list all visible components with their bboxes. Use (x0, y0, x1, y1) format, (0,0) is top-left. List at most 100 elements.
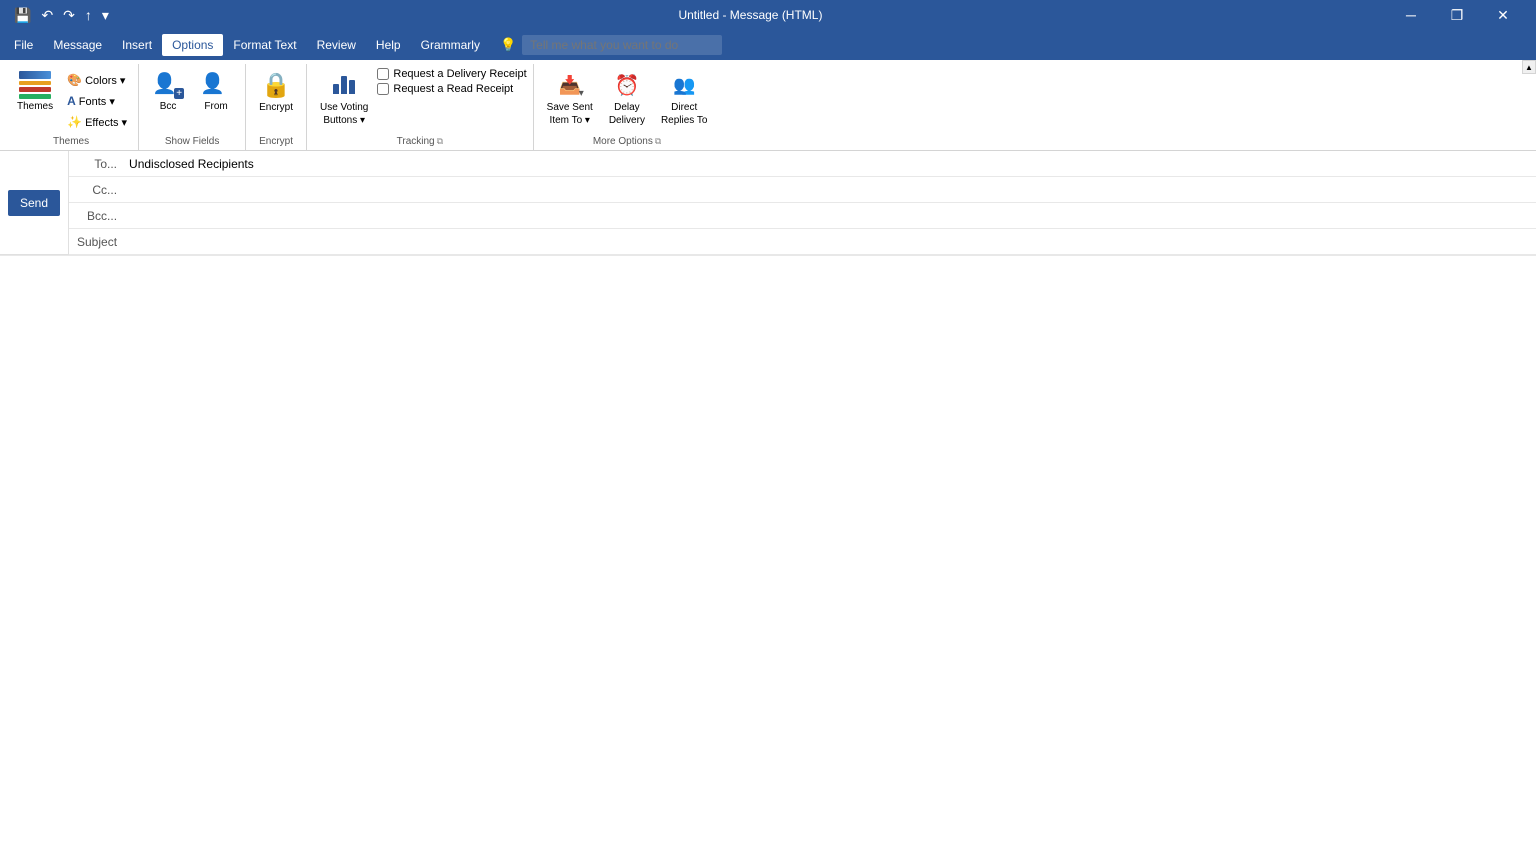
quick-access-toolbar: 💾 ↶ ↷ ↑ ▾ (10, 5, 113, 26)
direct-replies-label: DirectReplies To (661, 101, 708, 127)
from-icon: 👤 (200, 71, 232, 99)
colors-label: Colors ▾ (85, 74, 125, 87)
tracking-checkboxes: Request a Delivery Receipt Request a Rea… (377, 66, 526, 95)
encrypt-button[interactable]: 🔒 Encrypt (252, 66, 300, 118)
bcc-label: Bcc (160, 101, 177, 112)
delivery-receipt-row[interactable]: Request a Delivery Receipt (377, 68, 526, 80)
colors-icon: 🎨 (67, 73, 82, 87)
bcc-button[interactable]: 👤 + Bcc (145, 66, 191, 117)
themes-icon (19, 71, 51, 99)
to-field-row: To... (69, 151, 1536, 177)
delay-icon: ⏰ (611, 71, 643, 99)
encrypt-label: Encrypt (259, 102, 293, 113)
voting-icon (328, 71, 360, 99)
ribbon-scroll-btn[interactable]: ▲ (1522, 60, 1536, 74)
themes-group-content: Themes 🎨 Colors ▾ A Fonts ▾ ✨ Effects ▾ (10, 64, 132, 134)
from-button[interactable]: 👤 From (193, 66, 239, 117)
search-input[interactable] (522, 35, 722, 55)
show-fields-label: Show Fields (145, 134, 239, 150)
from-label: From (204, 101, 227, 112)
menu-options[interactable]: Options (162, 34, 223, 56)
title-bar-controls: ─ ❐ ✕ (1388, 0, 1526, 30)
save-sent-label: Save SentItem To ▾ (547, 101, 593, 127)
tracking-content: Use VotingButtons ▾ Request a Delivery R… (313, 64, 527, 134)
message-body[interactable] (0, 256, 1536, 846)
use-voting-button[interactable]: Use VotingButtons ▾ (313, 66, 375, 132)
fonts-button[interactable]: A Fonts ▾ (62, 91, 132, 111)
voting-label: Use VotingButtons ▾ (320, 101, 368, 127)
title-bar: 💾 ↶ ↷ ↑ ▾ Untitled - Message (HTML) ─ ❐ … (0, 0, 1536, 30)
themes-button[interactable]: Themes (10, 66, 60, 117)
ribbon: Themes 🎨 Colors ▾ A Fonts ▾ ✨ Effects ▾ (0, 60, 1536, 151)
menu-message[interactable]: Message (43, 34, 112, 56)
send-button[interactable]: Send (8, 190, 60, 216)
delay-label: DelayDelivery (609, 101, 645, 127)
read-receipt-row[interactable]: Request a Read Receipt (377, 83, 526, 95)
direct-replies-icon: 👥 (668, 71, 700, 99)
read-receipt-checkbox[interactable] (377, 83, 389, 95)
search-lightbulb-icon: 💡 (500, 37, 516, 53)
cc-field-row: Cc... (69, 177, 1536, 203)
tracking-group-label: Tracking ⧉ (313, 134, 527, 150)
ribbon-group-show-fields: 👤 + Bcc 👤 From Show Fields (139, 64, 246, 150)
effects-icon: ✨ (67, 115, 82, 129)
to-label[interactable]: To... (69, 157, 125, 171)
menu-insert[interactable]: Insert (112, 34, 162, 56)
themes-small-buttons: 🎨 Colors ▾ A Fonts ▾ ✨ Effects ▾ (62, 66, 132, 132)
save-sent-icon: 📥 ▾ (554, 71, 586, 99)
delivery-receipt-checkbox[interactable] (377, 68, 389, 80)
fonts-icon: A (67, 94, 76, 108)
bcc-input[interactable] (125, 205, 1536, 227)
menu-file[interactable]: File (4, 34, 43, 56)
menu-grammarly[interactable]: Grammarly (411, 34, 490, 56)
minimize-btn[interactable]: ─ (1388, 0, 1434, 30)
subject-input[interactable] (125, 231, 1536, 253)
encrypt-group-label: Encrypt (252, 134, 300, 150)
themes-label: Themes (17, 101, 53, 112)
save-qa-btn[interactable]: 💾 (10, 5, 35, 26)
cc-input[interactable] (125, 179, 1536, 201)
cc-label[interactable]: Cc... (69, 183, 125, 197)
bcc-label[interactable]: Bcc... (69, 209, 125, 223)
menu-help[interactable]: Help (366, 34, 411, 56)
bcc-icon: 👤 + (152, 71, 184, 99)
encrypt-content: 🔒 Encrypt (252, 64, 300, 134)
effects-label: Effects ▾ (85, 116, 127, 129)
save-sent-item-button[interactable]: 📥 ▾ Save SentItem To ▾ (540, 66, 600, 132)
ribbon-group-themes: Themes 🎨 Colors ▾ A Fonts ▾ ✨ Effects ▾ (4, 64, 139, 150)
ribbon-group-more-options: 📥 ▾ Save SentItem To ▾ ⏰ DelayDelivery 👥 (534, 64, 721, 150)
more-options-label: More Options ⧉ (540, 134, 715, 150)
more-qa-btn[interactable]: ▾ (98, 5, 113, 26)
menu-bar: File Message Insert Options Format Text … (0, 30, 1536, 60)
menu-format-text[interactable]: Format Text (223, 34, 306, 56)
restore-btn[interactable]: ❐ (1434, 0, 1480, 30)
ribbon-group-tracking: Use VotingButtons ▾ Request a Delivery R… (307, 64, 534, 150)
delivery-receipt-label: Request a Delivery Receipt (393, 68, 526, 80)
redo-qa-btn[interactable]: ↷ (59, 5, 79, 26)
email-fields: To... Cc... Bcc... Subject (69, 151, 1536, 255)
colors-button[interactable]: 🎨 Colors ▾ (62, 70, 132, 90)
delay-delivery-button[interactable]: ⏰ DelayDelivery (602, 66, 652, 132)
ribbon-content: Themes 🎨 Colors ▾ A Fonts ▾ ✨ Effects ▾ (0, 60, 1536, 151)
menu-review[interactable]: Review (307, 34, 366, 56)
close-btn[interactable]: ✕ (1480, 0, 1526, 30)
up-qa-btn[interactable]: ↑ (81, 5, 96, 25)
show-fields-content: 👤 + Bcc 👤 From (145, 64, 239, 134)
read-receipt-label: Request a Read Receipt (393, 83, 513, 95)
title-bar-left: 💾 ↶ ↷ ↑ ▾ (10, 5, 113, 26)
direct-replies-button[interactable]: 👥 DirectReplies To (654, 66, 715, 132)
more-options-content: 📥 ▾ Save SentItem To ▾ ⏰ DelayDelivery 👥 (540, 64, 715, 134)
bcc-field-row: Bcc... (69, 203, 1536, 229)
ribbon-group-encrypt: 🔒 Encrypt Encrypt (246, 64, 307, 150)
effects-button[interactable]: ✨ Effects ▾ (62, 112, 132, 132)
lock-icon: 🔒 (261, 71, 291, 100)
undo-qa-btn[interactable]: ↶ (37, 5, 57, 26)
more-options-expand-icon[interactable]: ⧉ (655, 136, 661, 147)
tracking-expand-icon[interactable]: ⧉ (437, 136, 443, 147)
subject-field-row: Subject (69, 229, 1536, 255)
compose-area: Send To... Cc... Bcc... Subject (0, 151, 1536, 255)
compose-body[interactable] (0, 255, 1536, 846)
window-title: Untitled - Message (HTML) (113, 8, 1388, 22)
to-input[interactable] (125, 153, 1536, 175)
themes-group-label: Themes (10, 134, 132, 150)
